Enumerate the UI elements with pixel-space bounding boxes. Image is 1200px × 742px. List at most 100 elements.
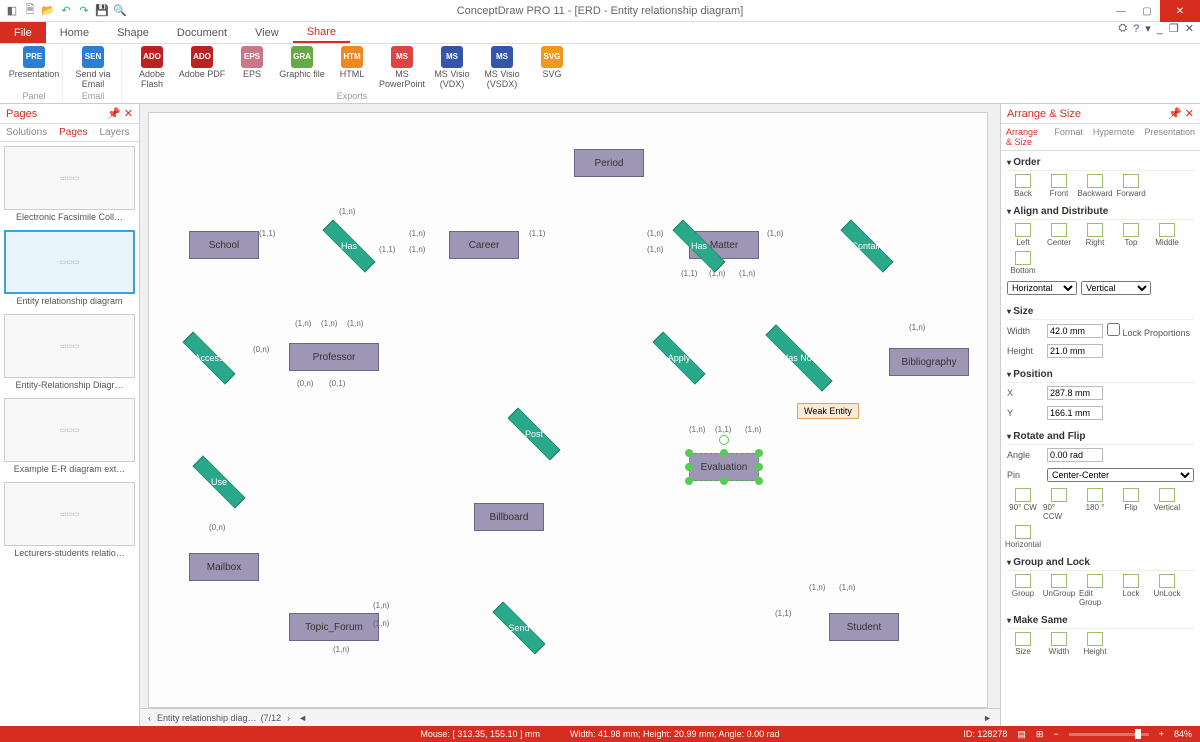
selection-handle[interactable] <box>685 463 693 471</box>
left-tab-layers[interactable]: Layers <box>94 124 136 141</box>
lock-proportions-checkbox[interactable] <box>1107 323 1120 336</box>
zoom-out-icon[interactable]: − <box>1053 729 1058 739</box>
entity-student[interactable]: Student <box>829 613 899 641</box>
relation-contain[interactable]: Contain <box>837 231 897 261</box>
options-icon[interactable]: ⛭ <box>1118 22 1127 35</box>
left-tab-pages[interactable]: Pages <box>53 124 93 141</box>
tab-document[interactable]: Document <box>163 22 241 43</box>
rotate-horizontal[interactable]: Horizontal <box>1007 525 1039 549</box>
rp-tab-format[interactable]: Format <box>1049 124 1088 150</box>
align-top[interactable]: Top <box>1115 223 1147 247</box>
pin-icon[interactable]: 📌 <box>1168 108 1182 120</box>
entity-topic[interactable]: Topic_Forum <box>289 613 379 641</box>
close-panel-icon[interactable]: ✕ <box>124 108 133 120</box>
width-input[interactable] <box>1047 324 1103 338</box>
diagram-canvas[interactable]: PeriodSchoolCareerMatterProfessorBibliog… <box>148 112 988 708</box>
relation-send[interactable]: Send <box>489 613 549 643</box>
align-vertical-select[interactable]: Vertical <box>1081 281 1151 295</box>
selection-handle[interactable] <box>685 477 693 485</box>
sheet-scroll-left-icon[interactable]: ◄ <box>296 713 309 723</box>
tab-shape[interactable]: Shape <box>103 22 163 43</box>
relation-has1[interactable]: Has <box>319 231 379 261</box>
align-bottom[interactable]: Bottom <box>1007 251 1039 275</box>
selection-handle[interactable] <box>720 449 728 457</box>
rotate-flip[interactable]: Flip <box>1115 488 1147 521</box>
order-front[interactable]: Front <box>1043 174 1075 198</box>
rotate-vertical[interactable]: Vertical <box>1151 488 1183 521</box>
collapse-ribbon-icon[interactable]: ▾ <box>1145 22 1151 35</box>
align-horizontal-select[interactable]: Horizontal <box>1007 281 1077 295</box>
align-middle[interactable]: Middle <box>1151 223 1183 247</box>
rp-tab-arrange[interactable]: Arrange & Size <box>1001 124 1049 150</box>
relation-post[interactable]: Post <box>504 419 564 449</box>
selection-handle[interactable] <box>755 463 763 471</box>
mdi-close-icon[interactable]: ✕ <box>1185 22 1194 35</box>
ribbon-btn-send-via-email[interactable]: SENSend via Email <box>69 46 117 90</box>
ribbon-btn-ms-visio-vdx-[interactable]: MS MS Visio (VDX) <box>428 46 476 90</box>
rotate-180-[interactable]: 180 ° <box>1079 488 1111 521</box>
mdi-min-icon[interactable]: _ <box>1157 23 1163 35</box>
maximize-button[interactable]: ▢ <box>1134 0 1160 22</box>
relation-access[interactable]: Access <box>179 343 239 373</box>
align-center[interactable]: Center <box>1043 223 1075 247</box>
align-left[interactable]: Left <box>1007 223 1039 247</box>
ribbon-btn-ms-visio-vsdx-[interactable]: MS MS Visio (VSDX) <box>478 46 526 90</box>
zoom-in-icon[interactable]: + <box>1159 729 1164 739</box>
x-input[interactable] <box>1047 386 1103 400</box>
ribbon-btn-eps[interactable]: EPSEPS <box>228 46 276 90</box>
sheet-scroll-right-icon[interactable]: ► <box>981 713 994 723</box>
group-group[interactable]: Group <box>1007 574 1039 607</box>
section-order[interactable]: Order <box>1007 155 1194 171</box>
qat-app-icon[interactable]: ◧ <box>4 3 20 19</box>
tab-home[interactable]: Home <box>46 22 103 43</box>
order-back[interactable]: Back <box>1007 174 1039 198</box>
status-icon-2[interactable]: ⊞ <box>1036 729 1044 740</box>
angle-input[interactable] <box>1047 448 1103 462</box>
tab-file[interactable]: File <box>0 22 46 43</box>
same-width[interactable]: Width <box>1043 632 1075 656</box>
ribbon-btn-html[interactable]: HTMHTML <box>328 46 376 90</box>
minimize-button[interactable]: — <box>1108 0 1134 22</box>
entity-school[interactable]: School <box>189 231 259 259</box>
ribbon-btn-ms-powerpoint[interactable]: MS MS PowerPoint <box>378 46 426 90</box>
group-ungroup[interactable]: UnGroup <box>1043 574 1075 607</box>
sheet-current[interactable]: Entity relationship diag… <box>157 713 257 723</box>
ribbon-btn-presentation[interactable]: PREPresentation <box>10 46 58 80</box>
entity-bibliography[interactable]: Bibliography <box>889 348 969 376</box>
rp-tab-hypernote[interactable]: Hypernote <box>1088 124 1140 150</box>
ribbon-btn-svg[interactable]: SVGSVG <box>528 46 576 90</box>
left-tab-solutions[interactable]: Solutions <box>0 124 53 141</box>
page-thumb[interactable]: ▭▭▭Lecturers-students relatio… <box>4 482 135 558</box>
relation-apply[interactable]: Apply <box>649 343 709 373</box>
qat-open-icon[interactable]: 📂 <box>40 3 56 19</box>
close-panel-icon[interactable]: ✕ <box>1185 108 1194 120</box>
entity-professor[interactable]: Professor <box>289 343 379 371</box>
section-same[interactable]: Make Same <box>1007 613 1194 629</box>
close-button[interactable]: ✕ <box>1160 0 1200 22</box>
pin-icon[interactable]: 📌 <box>107 108 121 120</box>
qat-save-icon[interactable]: 💾 <box>94 3 110 19</box>
pin-select[interactable]: Center-Center <box>1047 468 1194 482</box>
rotate-handle[interactable] <box>719 435 729 445</box>
entity-billboard[interactable]: Billboard <box>474 503 544 531</box>
page-thumb[interactable]: ▭▭▭Entity-Relationship Diagr… <box>4 314 135 390</box>
section-group[interactable]: Group and Lock <box>1007 555 1194 571</box>
page-thumb[interactable]: ▭▭▭Entity relationship diagram <box>4 230 135 306</box>
tab-share[interactable]: Share <box>293 22 350 43</box>
selection-handle[interactable] <box>685 449 693 457</box>
same-size[interactable]: Size <box>1007 632 1039 656</box>
qat-new-icon[interactable]: 🗎 <box>22 3 38 19</box>
group-lock[interactable]: Lock <box>1115 574 1147 607</box>
ribbon-btn-adobe-flash[interactable]: ADOAdobe Flash <box>128 46 176 90</box>
mdi-restore-icon[interactable]: ❐ <box>1169 22 1179 35</box>
selection-handle[interactable] <box>755 449 763 457</box>
ribbon-btn-graphic-file[interactable]: GRAGraphic file <box>278 46 326 90</box>
group-unlock[interactable]: UnLock <box>1151 574 1183 607</box>
tab-view[interactable]: View <box>241 22 293 43</box>
selection-handle[interactable] <box>755 477 763 485</box>
ribbon-btn-adobe-pdf[interactable]: ADOAdobe PDF <box>178 46 226 90</box>
sheet-next-icon[interactable]: › <box>285 713 292 723</box>
relation-use[interactable]: Use <box>189 467 249 497</box>
group-edit-group[interactable]: Edit Group <box>1079 574 1111 607</box>
y-input[interactable] <box>1047 406 1103 420</box>
